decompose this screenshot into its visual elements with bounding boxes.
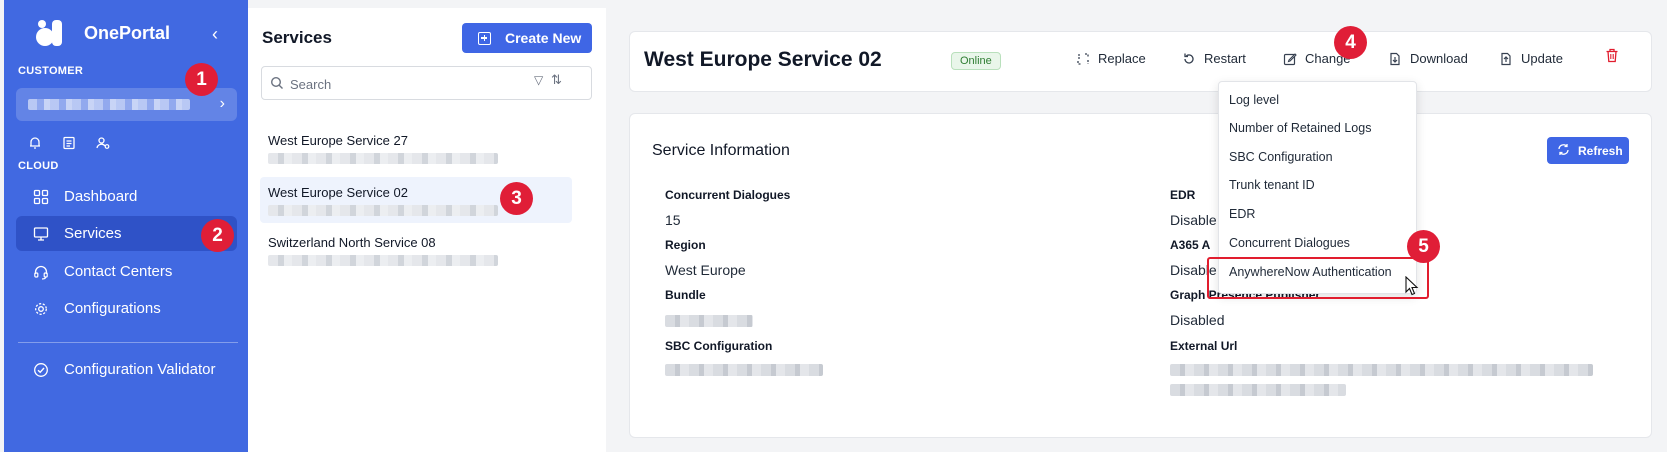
cloud-section-label: CLOUD — [18, 160, 59, 172]
customer-section-label: CUSTOMER — [18, 65, 84, 77]
menu-item-retained-logs[interactable]: Number of Retained Logs — [1229, 121, 1371, 135]
grid-icon — [32, 188, 50, 206]
download-icon — [1388, 52, 1402, 66]
restart-icon — [1182, 52, 1196, 66]
app-logo[interactable]: OnePortal — [34, 18, 170, 48]
service-subtitle-redacted — [268, 153, 498, 164]
a365-label: A365 A — [1170, 238, 1211, 252]
sidebar-divider — [18, 342, 238, 343]
update-icon — [1499, 52, 1513, 66]
highlight-box — [1207, 257, 1429, 299]
service-subtitle-redacted — [268, 255, 498, 266]
update-label: Update — [1521, 51, 1563, 66]
service-header: West Europe Service 02 Online Replace Re… — [629, 31, 1652, 92]
quick-icons — [28, 136, 110, 150]
update-button[interactable]: Update — [1499, 51, 1563, 66]
plus-square-icon — [478, 31, 491, 45]
replace-icon — [1076, 52, 1090, 66]
graph-presence-publisher-value: Disabled — [1170, 312, 1225, 328]
region-label: Region — [665, 238, 706, 252]
sbc-configuration-label: SBC Configuration — [665, 339, 773, 353]
restart-label: Restart — [1204, 51, 1246, 66]
create-new-label: Create New — [505, 30, 582, 46]
menu-item-log-level[interactable]: Log level — [1229, 93, 1279, 107]
bundle-label: Bundle — [665, 288, 706, 302]
delete-button[interactable] — [1605, 48, 1619, 68]
document-list-icon[interactable] — [62, 136, 76, 150]
search-box: ▽ ⇅ — [261, 66, 592, 100]
step-marker: 1 — [185, 63, 218, 96]
service-name: Switzerland North Service 08 — [268, 235, 436, 250]
refresh-icon — [1557, 143, 1570, 159]
search-icon — [270, 76, 283, 89]
edr-value: Disable — [1170, 212, 1217, 228]
sbc-configuration-value-redacted — [665, 364, 823, 376]
download-button[interactable]: Download — [1388, 51, 1468, 66]
step-marker: 5 — [1407, 230, 1440, 263]
services-list-panel: Services Create New ▽ ⇅ West Europe Serv… — [248, 8, 606, 452]
collapse-sidebar-icon[interactable]: ‹ — [212, 24, 218, 45]
edit-icon — [1283, 52, 1297, 66]
service-list-item[interactable]: West Europe Service 27 — [260, 125, 572, 171]
logo-icon — [34, 18, 64, 48]
bell-icon[interactable] — [28, 136, 42, 150]
concurrent-dialogues-label: Concurrent Dialogues — [665, 188, 791, 202]
replace-button[interactable]: Replace — [1076, 51, 1146, 66]
restart-button[interactable]: Restart — [1182, 51, 1246, 66]
nav-dashboard[interactable]: Dashboard — [16, 179, 237, 214]
status-badge: Online — [951, 52, 1001, 70]
search-input[interactable] — [290, 73, 520, 95]
headset-icon — [32, 263, 50, 281]
service-information-card: Service Information Refresh Concurrent D… — [629, 113, 1652, 438]
service-subtitle-redacted — [268, 205, 498, 216]
nav-dashboard-label: Dashboard — [64, 188, 138, 205]
refresh-button[interactable]: Refresh — [1547, 137, 1629, 164]
trash-icon — [1606, 48, 1618, 63]
step-marker: 4 — [1334, 26, 1367, 59]
create-new-button[interactable]: Create New — [462, 23, 592, 53]
download-label: Download — [1410, 51, 1468, 66]
sort-icon[interactable]: ⇅ — [551, 72, 562, 88]
service-name: West Europe Service 27 — [268, 133, 408, 148]
gear-icon — [32, 300, 50, 318]
check-circle-icon — [32, 361, 50, 379]
step-marker: 3 — [500, 182, 533, 215]
menu-item-trunk-tenant-id[interactable]: Trunk tenant ID — [1229, 178, 1315, 192]
external-url-value-redacted — [1170, 364, 1593, 376]
nav-services-label: Services — [64, 225, 122, 242]
menu-item-concurrent-dialogues[interactable]: Concurrent Dialogues — [1229, 236, 1350, 250]
mouse-cursor-icon — [1405, 276, 1419, 296]
service-information-title: Service Information — [652, 142, 790, 159]
nav-configuration-validator-label: Configuration Validator — [64, 361, 216, 378]
monitor-icon — [32, 225, 50, 243]
edr-label: EDR — [1170, 188, 1196, 202]
service-list-item[interactable]: Switzerland North Service 08 — [260, 227, 572, 273]
user-settings-icon[interactable] — [96, 136, 110, 150]
region-value: West Europe — [665, 262, 746, 278]
nav-configurations[interactable]: Configurations — [16, 291, 237, 326]
menu-item-edr[interactable]: EDR — [1229, 207, 1255, 221]
step-marker: 2 — [201, 219, 234, 252]
nav-contact-centers-label: Contact Centers — [64, 263, 173, 280]
app-name: OnePortal — [84, 22, 171, 43]
refresh-label: Refresh — [1578, 143, 1623, 158]
service-name: West Europe Service 02 — [268, 185, 408, 200]
concurrent-dialogues-value: 15 — [665, 212, 681, 228]
bundle-value-redacted — [665, 315, 753, 327]
menu-item-sbc-configuration[interactable]: SBC Configuration — [1229, 150, 1333, 164]
nav-contact-centers[interactable]: Contact Centers — [16, 254, 237, 289]
services-panel-title: Services — [262, 28, 332, 47]
replace-label: Replace — [1098, 51, 1146, 66]
nav-configurations-label: Configurations — [64, 300, 161, 317]
service-title: West Europe Service 02 — [644, 48, 882, 71]
nav-configuration-validator[interactable]: Configuration Validator — [16, 352, 237, 387]
filter-icon[interactable]: ▽ — [534, 73, 543, 87]
external-url-value-redacted-line2 — [1170, 384, 1346, 396]
chevron-right-icon: › — [219, 95, 225, 112]
customer-name-redacted — [28, 99, 190, 110]
external-url-label: External Url — [1170, 339, 1238, 353]
